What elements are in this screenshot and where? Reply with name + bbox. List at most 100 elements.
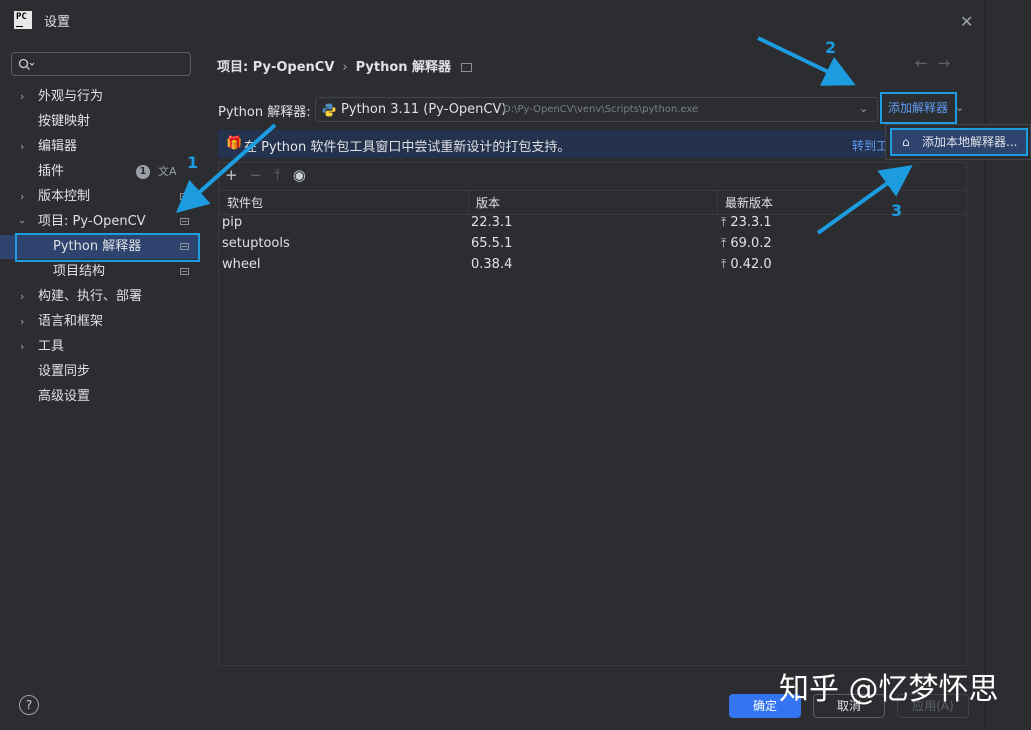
banner-text: 在 Python 软件包工具窗口中尝试重新设计的打包支持。 [244,140,571,155]
annotation-highlight-box [880,92,957,124]
sidebar-item-languages[interactable]: › 语言和框架 [0,310,200,334]
eye-icon[interactable]: ◉ [293,166,306,184]
sidebar-item-label: 外观与行为 [38,89,104,104]
breadcrumb-parent[interactable]: 项目: Py-OpenCV [217,60,334,75]
upgrade-arrow-icon: ⤒ [721,257,727,271]
table-header: 软件包 版本 最新版本 [219,190,966,215]
project-scope-icon [180,193,189,200]
table-row[interactable]: pip 22.3.1 ⤒ 23.3.1 [219,213,966,234]
table-row[interactable]: setuptools 65.5.1 ⤒ 69.0.2 [219,234,966,255]
sidebar-item-label: 语言和框架 [38,314,104,329]
package-name: wheel [222,257,261,272]
banner-link[interactable]: 转到工 [852,137,888,154]
project-scope-icon [180,218,189,225]
package-version: 65.5.1 [471,236,513,251]
translate-icon: 文A [158,165,177,178]
close-icon[interactable]: ✕ [960,12,973,31]
interpreter-name: Python 3.11 (Py-OpenCV) [341,102,507,117]
sidebar-item-project-structure[interactable]: 项目结构 [0,260,200,284]
sidebar-item-label: 高级设置 [38,389,91,404]
title-bar: PC 设置 ✕ [0,0,985,40]
annotation-number: 2 [825,38,837,57]
sidebar-item-appearance[interactable]: › 外观与行为 [0,85,200,109]
history-nav: ←→ [915,54,960,72]
sidebar-item-advanced[interactable]: 高级设置 [0,385,200,409]
chevron-down-icon: › [16,219,30,225]
sidebar-item-plugins[interactable]: 插件 1 文A [0,160,200,184]
upgrade-icon[interactable]: ⤒ [274,166,281,184]
chevron-right-icon: › [20,90,25,103]
table-row[interactable]: wheel 0.38.4 ⤒ 0.42.0 [219,255,966,276]
column-divider [717,190,718,213]
gift-icon: 🎁 [226,136,243,151]
chevron-right-icon: › [20,290,25,303]
sidebar-item-label: 插件 [38,164,65,179]
column-header-version[interactable]: 版本 [476,194,500,211]
chevron-right-icon: › [20,315,25,328]
sidebar-item-keymap[interactable]: 按键映射 [0,110,200,134]
watermark: 知乎 @忆梦怀思 [779,672,999,707]
upgrade-arrow-icon: ⤒ [721,215,727,229]
sidebar-item-vcs[interactable]: › 版本控制 [0,185,200,209]
latest-version-cell: ⤒ 23.3.1 [721,215,772,230]
table-toolbar: + − ⤒ ◉ [225,166,318,186]
annotation-highlight-box [15,233,200,262]
column-header-latest[interactable]: 最新版本 [725,194,773,211]
sidebar-item-label: 设置同步 [38,364,91,379]
package-version: 22.3.1 [471,215,513,230]
help-button[interactable]: ? [19,695,39,715]
annotation-highlight-box [890,128,1028,156]
latest-version-cell: ⤒ 69.0.2 [721,236,772,251]
sidebar-item-project[interactable]: › 项目: Py-OpenCV [0,210,200,234]
sidebar-item-build[interactable]: › 构建、执行、部署 [0,285,200,309]
sidebar-item-label: 工具 [38,339,65,354]
column-divider [468,190,469,213]
sidebar-item-label: 编辑器 [38,139,78,154]
sidebar-item-settings-sync[interactable]: 设置同步 [0,360,200,384]
packages-table: + − ⤒ ◉ 软件包 版本 最新版本 pip 22.3.1 ⤒ 23.3.1 setu… [218,162,967,666]
package-name: setuptools [222,236,290,251]
package-version: 0.38.4 [471,257,513,272]
project-scope-icon [461,63,473,72]
latest-version: 23.3.1 [730,215,772,230]
chevron-down-icon[interactable]: ⌄ [955,101,964,114]
pycharm-logo-icon: PC [14,11,32,29]
chevron-right-icon: › [20,340,25,353]
interpreter-select[interactable]: Python 3.11 (Py-OpenCV) D:\Py-OpenCV\ven… [315,97,878,122]
chevron-down-icon: ⌄ [859,102,869,115]
interpreter-path: D:\Py-OpenCV\venv\Scripts\python.exe [503,104,699,115]
main-panel: 项目: Py-OpenCV › Python 解释器 ←→ Python 解释器: … [200,40,985,730]
remove-icon[interactable]: − [250,166,263,184]
info-banner: 🎁 在 Python 软件包工具窗口中尝试重新设计的打包支持。 转到工 [218,130,967,158]
interpreter-label: Python 解释器: [218,105,311,120]
chevron-right-icon: › [20,190,25,203]
sidebar-item-label: 按键映射 [38,114,91,129]
package-name: pip [222,215,243,230]
breadcrumb-current: Python 解释器 [355,60,452,75]
search-icon [18,58,34,70]
add-icon[interactable]: + [225,166,238,184]
search-input[interactable] [11,52,191,76]
sidebar-item-editor[interactable]: › 编辑器 [0,135,200,159]
annotation-number: 1 [187,153,199,172]
sidebar-item-label: 构建、执行、部署 [38,289,143,304]
latest-version: 0.42.0 [730,257,772,272]
settings-window: PC 设置 ✕ › 外观与行为 按键映射 › 编辑器 插件 1 文A › 版本控… [0,0,986,730]
sidebar-item-tools[interactable]: › 工具 [0,335,200,359]
chevron-right-icon: › [20,140,25,153]
upgrade-arrow-icon: ⤒ [721,236,727,250]
column-header-package[interactable]: 软件包 [227,194,263,211]
python-logo-icon [322,103,336,117]
sidebar-item-label: 版本控制 [38,189,91,204]
back-arrow-icon[interactable]: ← [915,54,938,72]
project-scope-icon [180,268,189,275]
sidebar-item-label: 项目: Py-OpenCV [38,214,146,229]
chevron-right-icon: › [342,60,348,75]
window-title: 设置 [44,15,71,30]
update-count-badge: 1 [136,165,150,179]
annotation-number: 3 [891,201,903,220]
sidebar: › 外观与行为 按键映射 › 编辑器 插件 1 文A › 版本控制 › 项目: … [0,40,200,730]
latest-version-cell: ⤒ 0.42.0 [721,257,772,272]
breadcrumb: 项目: Py-OpenCV › Python 解释器 [217,56,473,75]
forward-arrow-icon[interactable]: → [938,54,961,72]
